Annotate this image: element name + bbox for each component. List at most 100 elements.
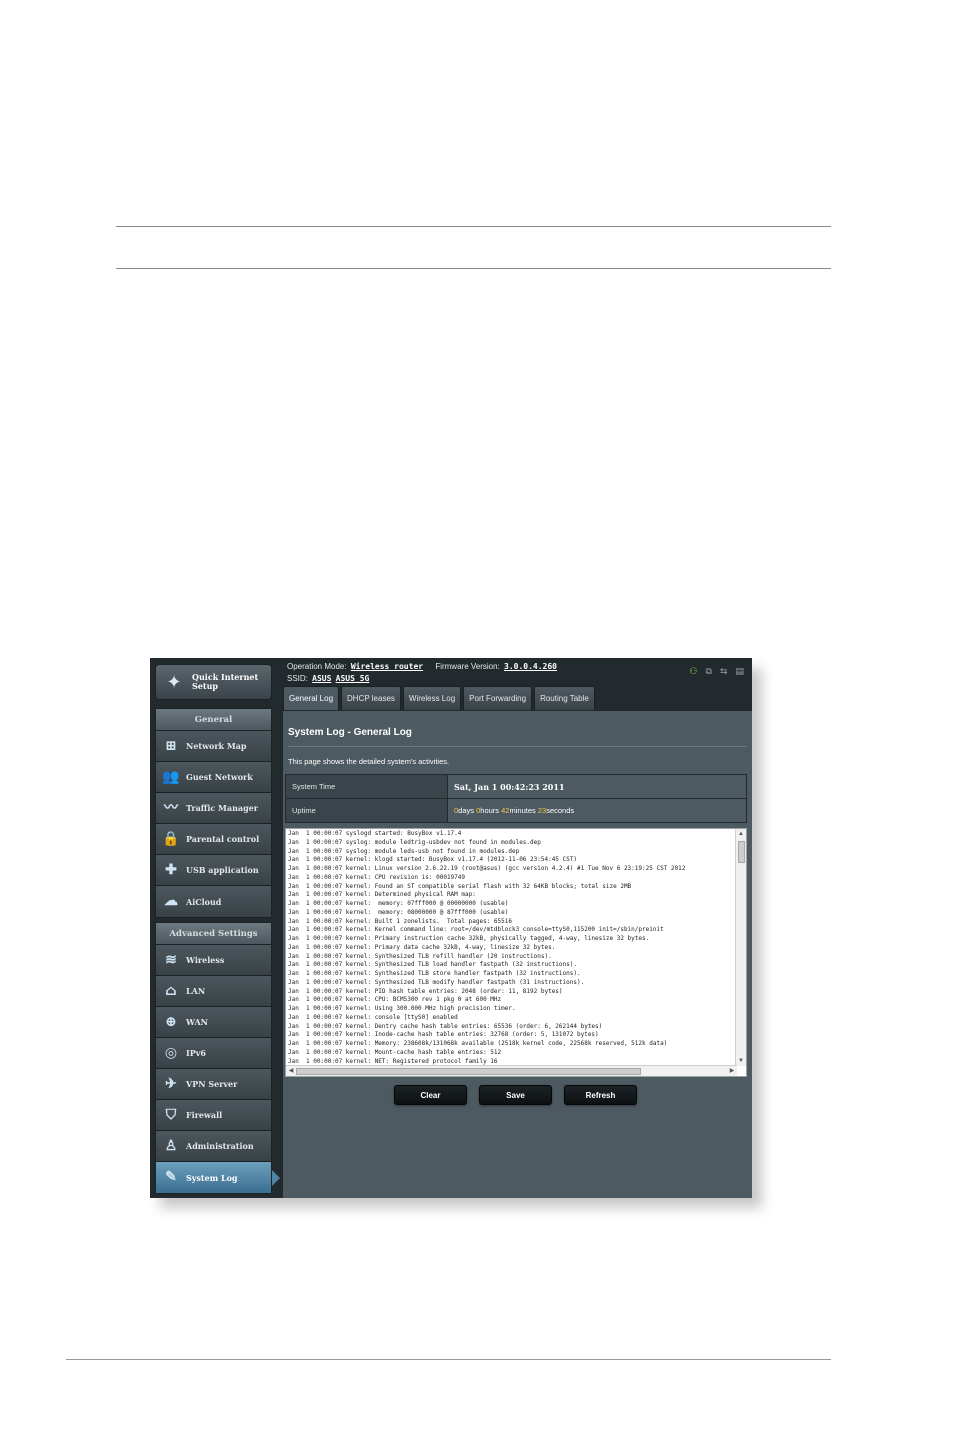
title-divider [288,746,747,747]
sidebar-item-traffic-manager[interactable]: 〰 Traffic Manager [156,793,271,824]
save-button[interactable]: Save [479,1085,552,1105]
sidebar-item-label: System Log [186,1172,238,1183]
page-description: This page shows the detailed system's ac… [288,757,450,766]
traffic-manager-icon: 〰 [164,799,178,816]
header-info: Operation Mode: Wireless router Firmware… [287,661,557,685]
shield-icon: ⛉ [165,1106,177,1123]
scroll-left-icon[interactable]: ◀ [286,1066,296,1076]
home-icon: ⌂ [165,982,177,999]
scroll-up-icon[interactable]: ▲ [736,829,746,839]
ipv6-icon: ◎ [164,1044,178,1061]
log-content: Jan 1 00:00:07 syslogd started: BusyBox … [288,830,686,1065]
sidebar: ✦ Quick Internet Setup General ⊞ Network… [150,658,281,1198]
uptime-label: Uptime [285,798,448,823]
router-admin-screenshot: ✦ Quick Internet Setup General ⊞ Network… [150,658,752,1198]
globe-icon: ⊕ [165,1013,177,1030]
sidebar-item-wireless[interactable]: ≋ Wireless [156,945,271,976]
uptime-seconds: 23 [537,806,547,815]
ssid-label: SSID: [287,674,308,683]
sidebar-item-usb-application[interactable]: ✚ USB application [156,855,271,886]
guest-network-icon: 👥 [162,768,180,785]
sidebar-item-system-log[interactable]: ✎ System Log [156,1162,280,1193]
usb-icon[interactable]: ⇆ [720,666,728,677]
vpn-icon: ✈ [165,1075,177,1092]
sidebar-item-label: AiCloud [186,896,222,907]
scroll-right-icon[interactable]: ▶ [727,1066,737,1076]
sidebar-item-wan[interactable]: ⊕ WAN [156,1007,271,1038]
tab-general-log[interactable]: General Log [283,686,340,710]
page-title: System Log - General Log [288,727,412,738]
uptime-seconds-unit: seconds [546,806,575,815]
sidebar-item-label: USB application [186,865,259,875]
sidebar-item-administration[interactable]: ♙ Administration [156,1131,271,1162]
horizontal-scroll-thumb[interactable] [296,1068,641,1075]
ssid-link-1[interactable]: ASUS [312,674,331,683]
vertical-scroll-thumb[interactable] [738,841,745,863]
quick-internet-setup-button[interactable]: ✦ Quick Internet Setup [155,664,272,700]
table-row: Uptime 0days 0hours 42minutes 23seconds [285,798,747,823]
refresh-button[interactable]: Refresh [564,1085,637,1105]
sidebar-item-label: Guest Network [186,772,253,782]
advanced-settings-menu: Advanced Settings ≋ Wireless ⌂ LAN ⊕ WAN… [155,922,280,1194]
sidebar-item-label: Network Map [186,741,247,751]
sidebar-item-lan[interactable]: ⌂ LAN [156,976,271,1007]
log-textarea[interactable]: Jan 1 00:00:07 syslogd started: BusyBox … [285,828,747,1077]
firmware-link[interactable]: 3.0.0.4.260 [504,662,557,671]
sidebar-item-label: Parental control [186,834,260,844]
system-time-value: Sat, Jan 1 00:42:23 2011 [447,774,747,799]
magic-wand-icon: ✦ [166,672,182,692]
horizontal-scrollbar[interactable]: ◀ ▶ [286,1065,737,1076]
sidebar-item-guest-network[interactable]: 👥 Guest Network [156,762,271,793]
sidebar-item-parental-control[interactable]: 🔒 Parental control [156,824,271,855]
status-icons: ⚇ ⧉ ⇆ ▤ [689,666,744,677]
uptime-hours-unit: hours [480,806,500,815]
top-rule-1 [116,226,831,227]
sidebar-item-aicloud[interactable]: ☁ AiCloud [156,886,271,917]
sidebar-item-vpn-server[interactable]: ✈ VPN Server [156,1069,271,1100]
operation-mode-label: Operation Mode: [287,662,347,671]
lock-icon: 🔒 [162,830,180,847]
sidebar-item-label: IPv6 [186,1048,206,1058]
tab-port-forwarding[interactable]: Port Forwarding [463,686,533,710]
cloud-icon: ☁ [164,893,178,909]
footer-rule [66,1359,831,1360]
printer-icon[interactable]: ▤ [735,666,744,677]
clear-button[interactable]: Clear [394,1085,467,1105]
top-rule-2 [116,268,831,269]
general-menu: General ⊞ Network Map 👥 Guest Network 〰 … [155,708,272,918]
sidebar-item-firewall[interactable]: ⛉ Firewall [156,1100,271,1131]
uptime-days-unit: days [458,806,475,815]
general-log-panel: System Log - General Log This page shows… [283,711,752,1198]
puzzle-icon: ✚ [165,861,177,878]
tab-routing-table[interactable]: Routing Table [534,686,595,710]
uptime-minutes-unit: minutes [509,806,536,815]
network-map-icon: ⊞ [165,737,177,754]
edit-icon: ✎ [165,1169,177,1185]
advanced-settings-title: Advanced Settings [156,923,271,945]
wifi-icon: ≋ [165,951,177,968]
sidebar-item-label: Administration [186,1141,254,1151]
network-status-icon[interactable]: ⧉ [706,666,712,677]
sidebar-item-label: LAN [186,986,206,996]
user-icon[interactable]: ⚇ [689,666,697,677]
sidebar-item-network-map[interactable]: ⊞ Network Map [156,731,271,762]
scroll-down-icon[interactable]: ▼ [736,1056,746,1066]
sidebar-item-label: WAN [186,1017,208,1027]
tab-wireless-log[interactable]: Wireless Log [402,686,462,710]
sidebar-item-ipv6[interactable]: ◎ IPv6 [156,1038,271,1069]
quick-setup-label: Quick Internet Setup [192,672,259,691]
admin-icon: ♙ [164,1137,178,1154]
operation-mode-link[interactable]: Wireless router [351,662,423,671]
system-info-table: System Time Sat, Jan 1 00:42:23 2011 Upt… [285,774,747,823]
tab-dhcp-leases[interactable]: DHCP leases [341,686,401,710]
ssid-link-2[interactable]: ASUS_5G [336,674,370,683]
general-title: General [156,709,271,731]
sidebar-item-label: Wireless [186,955,225,965]
main-content: Operation Mode: Wireless router Firmware… [281,658,752,1198]
vertical-scrollbar[interactable]: ▲ ▼ [735,829,746,1066]
system-time-label: System Time [285,774,448,799]
log-tabs: General Log DHCP leases Wireless Log Por… [283,686,595,710]
sidebar-item-label: VPN Server [186,1079,238,1089]
sidebar-item-label: Traffic Manager [186,803,258,813]
sidebar-item-label: Firewall [186,1110,223,1120]
